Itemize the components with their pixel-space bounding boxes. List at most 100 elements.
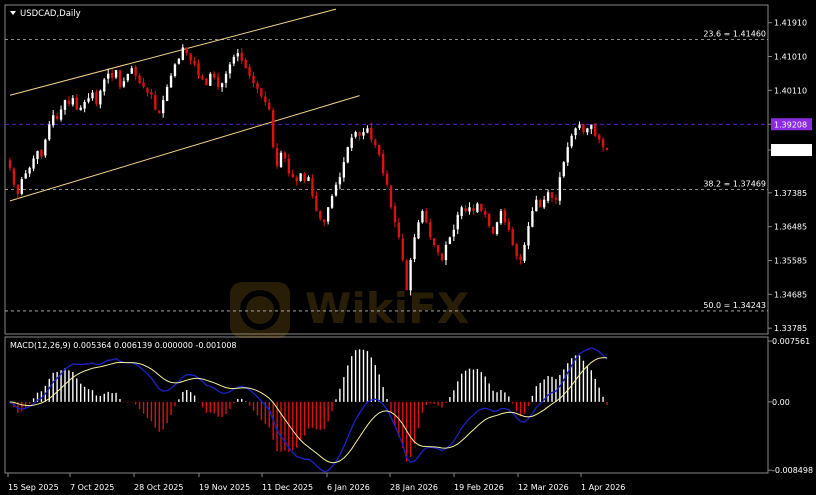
macd-title: MACD(12,26,9) 0.005364 0.006139 0.000000… bbox=[10, 341, 237, 350]
candle-body bbox=[185, 47, 188, 54]
macd-hist-bar bbox=[292, 401, 294, 451]
candle-body bbox=[130, 68, 133, 74]
macd-hist-bar bbox=[40, 391, 43, 402]
macd-hist-bar bbox=[80, 383, 82, 402]
candle-body bbox=[452, 229, 456, 237]
candle-body bbox=[554, 198, 558, 200]
candle-body bbox=[476, 203, 479, 213]
macd-hist-bar bbox=[221, 401, 223, 418]
candle-body bbox=[397, 222, 401, 238]
macd-hist-bar bbox=[464, 370, 467, 402]
macd-hist-bar bbox=[472, 369, 475, 402]
candle-body bbox=[189, 53, 192, 61]
macd-hist-bar bbox=[590, 370, 592, 402]
macd-hist-bar bbox=[500, 390, 502, 402]
candle-body bbox=[385, 173, 389, 185]
macd-hist-bar bbox=[523, 401, 526, 414]
candle-body bbox=[527, 226, 530, 246]
macd-hist-bar bbox=[327, 401, 329, 422]
candle-body bbox=[169, 75, 173, 88]
candle-body bbox=[495, 222, 499, 234]
time-tick-label: 11 Dec 2025 bbox=[262, 483, 313, 492]
macd-hist-bar bbox=[347, 365, 349, 402]
macd-hist-bar bbox=[268, 401, 270, 428]
macd-hist-bar bbox=[99, 395, 102, 402]
macd-hist-bar bbox=[598, 387, 600, 402]
candle-body bbox=[401, 238, 404, 260]
macd-hist-bar bbox=[303, 401, 306, 436]
time-tick-label: 1 Apr 2026 bbox=[581, 483, 625, 492]
candle-body bbox=[362, 132, 365, 136]
candle-body bbox=[586, 128, 589, 133]
macd-hist-bar bbox=[256, 401, 259, 416]
macd-hist-bar bbox=[331, 401, 333, 412]
macd-hist-bar bbox=[594, 378, 596, 402]
candle-body bbox=[381, 153, 385, 174]
macd-hist-bar bbox=[260, 401, 263, 420]
macd-hist-bar bbox=[351, 356, 353, 402]
candle-body bbox=[28, 167, 31, 174]
candle-body bbox=[354, 132, 357, 137]
candle-body bbox=[350, 137, 353, 148]
candle-body bbox=[326, 207, 330, 222]
candle-body bbox=[138, 75, 141, 84]
candle-body bbox=[12, 168, 16, 185]
candle-body bbox=[487, 213, 491, 227]
macd-hist-bar bbox=[563, 369, 565, 402]
candle-body bbox=[48, 124, 51, 140]
macd-hist-bar bbox=[457, 381, 459, 402]
macd-hist-bar bbox=[515, 401, 518, 412]
macd-hist-bar bbox=[578, 355, 581, 402]
macd-hist-bar bbox=[354, 350, 357, 402]
time-tick-label: 12 Mar 2026 bbox=[518, 483, 569, 492]
candle-body bbox=[150, 92, 153, 95]
candle-body bbox=[248, 67, 251, 76]
candle-body bbox=[503, 210, 507, 223]
candle-body bbox=[279, 152, 283, 167]
macd-hist-bar bbox=[32, 398, 35, 402]
candle-body bbox=[40, 149, 43, 157]
macd-hist-bar bbox=[343, 377, 345, 402]
candle-body bbox=[107, 73, 110, 79]
macd-hist-bar bbox=[382, 387, 384, 402]
candle-body bbox=[558, 177, 562, 201]
macd-hist-bar bbox=[535, 386, 537, 402]
price-tick-label: 1.37385 bbox=[774, 189, 807, 198]
macd-tick-label: 0.00 bbox=[772, 398, 790, 407]
macd-hist-bar bbox=[193, 395, 196, 402]
candle-body bbox=[154, 95, 157, 110]
usdcad-chart: WikiFX USDCAD,Daily 23.6 = 1.41460 38.2 =… bbox=[0, 0, 816, 495]
candle-body bbox=[429, 222, 432, 238]
macd-hist-bar bbox=[237, 398, 239, 402]
macd-hist-bar bbox=[186, 390, 188, 402]
candle-body bbox=[546, 192, 550, 201]
macd-hist-bar bbox=[217, 401, 219, 417]
candle-body bbox=[323, 219, 326, 223]
time-tick-label: 28 Jan 2026 bbox=[390, 483, 438, 492]
macd-hist-bar bbox=[413, 401, 416, 444]
macd-hist-bar bbox=[252, 401, 255, 411]
candle-body bbox=[515, 244, 518, 257]
macd-hist-bar bbox=[527, 401, 530, 406]
candle-body bbox=[228, 64, 232, 74]
macd-hist-bar bbox=[146, 401, 149, 419]
macd-hist-bar bbox=[296, 401, 298, 448]
time-tick-label: 15 Sep 2025 bbox=[8, 483, 59, 492]
macd-hist-bar bbox=[115, 392, 117, 402]
candle-body bbox=[550, 192, 554, 198]
macd-hist-bar bbox=[280, 401, 282, 452]
candle-body bbox=[523, 244, 526, 261]
macd-hist-bar bbox=[248, 401, 251, 406]
macd-hist-bar bbox=[229, 401, 231, 409]
purple-price-label: 1.39208 bbox=[774, 120, 807, 129]
macd-hist-bar bbox=[602, 396, 604, 402]
candle-body bbox=[67, 100, 71, 104]
candle-body bbox=[224, 73, 228, 83]
macd-hist-bar bbox=[567, 363, 569, 402]
candle-body bbox=[366, 128, 369, 133]
candle-body bbox=[197, 63, 200, 76]
macd-hist-bar bbox=[445, 401, 447, 404]
macd-hist-bar bbox=[484, 376, 486, 402]
candle-body bbox=[99, 90, 102, 105]
macd-hist-bar bbox=[417, 401, 420, 429]
